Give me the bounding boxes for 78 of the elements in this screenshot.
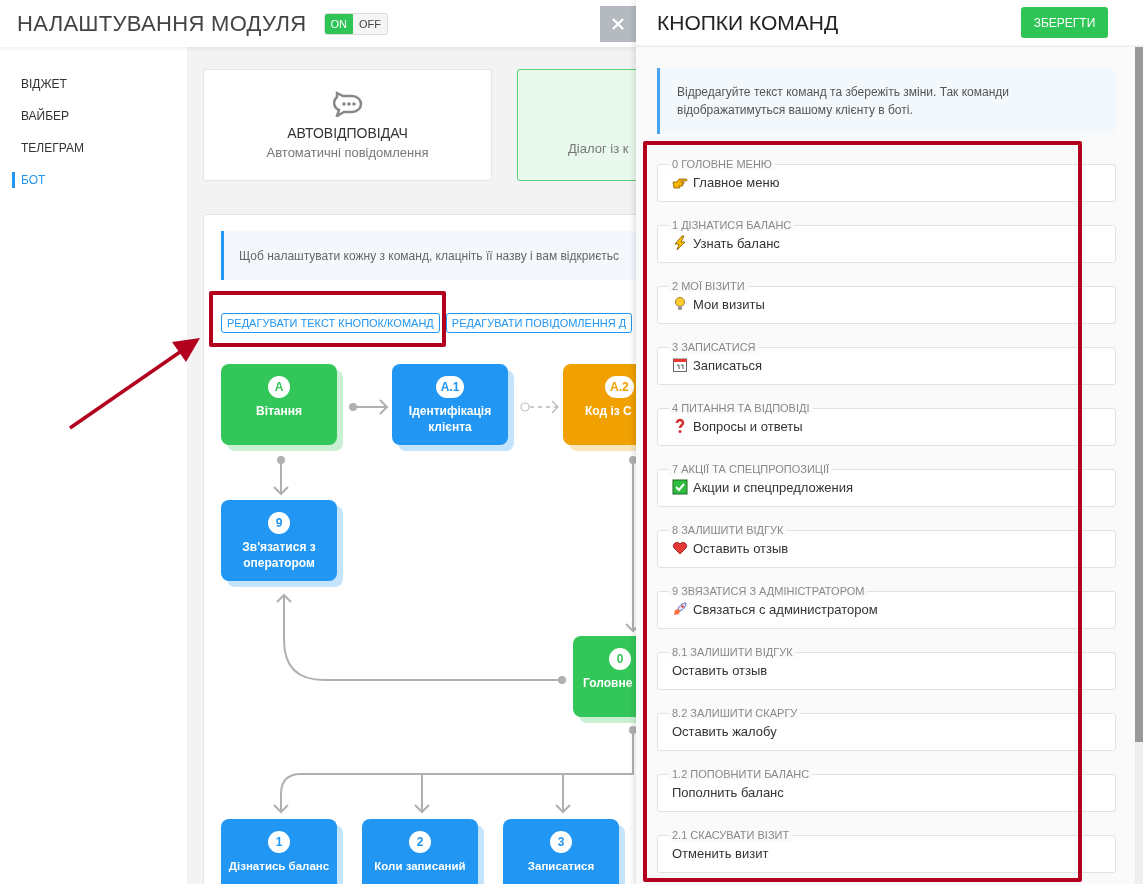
field-label: 1 ДІЗНАТИСЯ БАЛАНС (669, 219, 795, 231)
node-label: Коли записаний (374, 859, 466, 874)
scrollbar-thumb[interactable] (1135, 47, 1143, 742)
text-field[interactable]: 8 ЗАЛИШИТИ ВІДГУК Оставить отзыв (657, 524, 1116, 568)
node-label: Дізнатись баланс (228, 859, 330, 874)
text-field[interactable]: 9 ЗВЯЗАТИСЯ З АДМІНІСТРАТОРОМ Связаться с администратором (657, 585, 1116, 629)
drawer-title: КНОПКИ КОМАНД (657, 10, 839, 35)
node-label: Записатися (527, 859, 595, 874)
field-value: Оставить жалобу (672, 723, 777, 739)
field-value: Узнать баланс (693, 235, 780, 251)
close-button[interactable] (600, 6, 636, 42)
module-card[interactable]: АВТОВІДПОВІДАЧ Автоматичні повідомлення (203, 69, 492, 181)
field-label: 1.2 ПОПОВНИТИ БАЛАНС (669, 768, 813, 780)
field-value: Акции и спецпредложения (693, 479, 854, 495)
field-label: 2.1 СКАСУВАТИ ВІЗИТ (669, 829, 793, 841)
field-label: 3 ЗАПИСАТИСЯ (669, 341, 759, 353)
heart-icon (672, 540, 688, 556)
node-badge: A.2 (605, 376, 634, 398)
text-field[interactable]: 2.1 СКАСУВАТИ ВІЗИТ Отменить визит (657, 829, 1116, 873)
connector-arrow (349, 399, 389, 415)
field-value: Связаться с администратором (693, 601, 878, 617)
lightning-icon (672, 235, 688, 251)
node-label: Ідентифікація клієнта (407, 403, 493, 435)
field-label: 9 ЗВЯЗАТИСЯ З АДМІНІСТРАТОРОМ (669, 585, 868, 597)
field-value: Записаться (693, 357, 763, 373)
text-field[interactable]: 0 ГОЛОВНЕ МЕНЮ Главное меню (657, 158, 1116, 202)
module-card[interactable]: Діалог із к (517, 69, 636, 181)
text-field[interactable]: 3 ЗАПИСАТИСЯ Записаться (657, 341, 1116, 385)
node-badge: 1 (268, 831, 290, 853)
connector-arrow (273, 456, 289, 496)
node-badge: A.1 (435, 376, 465, 398)
field-label: 8.1 ЗАЛИШИТИ ВІДГУК (669, 646, 796, 658)
node-label: Головне (583, 675, 633, 691)
on-off-toggle[interactable]: ON OFF (323, 12, 388, 35)
page-title: НАЛАШТУВАННЯ МОДУЛЯ (17, 10, 307, 37)
info-note: Щоб налаштувати кожну з команд, клацніть її назву і вам відкриєтьс (221, 231, 636, 280)
field-value: Оставить отзыв (693, 540, 789, 556)
text-field[interactable]: 2 МОЇ ВІЗИТИ Мои визиты (657, 280, 1116, 324)
field-label: 2 МОЇ ВІЗИТИ (669, 280, 748, 292)
dashed-connector (520, 400, 559, 414)
rocket-icon (672, 601, 688, 617)
card-subtitle: Діалог із к (568, 141, 629, 156)
calendar-icon (672, 357, 688, 373)
field-value: Пополнить баланс (672, 784, 784, 800)
node-badge: 9 (268, 512, 290, 534)
chat-bubble-icon (332, 90, 363, 117)
light-bulb-icon (672, 296, 688, 312)
text-field[interactable]: 4 ПИТАННЯ ТА ВІДПОВІДІ Вопросы и ответы (657, 402, 1116, 446)
node-label: Вітання (255, 403, 303, 419)
field-value: Отменить визит (672, 845, 769, 861)
text-field[interactable]: 8.2 ЗАЛИШИТИ СКАРГУ Оставить жалобу (657, 707, 1116, 751)
info-note: Відредагуйте текст команд та збережіть зміни. Так команди відображатимуться вашому клієнту в боті. (657, 68, 1116, 134)
node-badge: 2 (409, 831, 431, 853)
card-title: АВТОВІДПОВІДАЧ (287, 124, 408, 141)
field-value: Оставить отзыв (672, 662, 768, 678)
check-box-icon (672, 479, 688, 495)
sidebar-item[interactable]: ТЕЛЕГРАМ (0, 140, 187, 172)
field-label: 7 АКЦІЇ ТА СПЕЦПРОПОЗИЦІЇ (669, 463, 833, 475)
text-field[interactable]: 8.1 ЗАЛИШИТИ ВІДГУК Оставить отзыв (657, 646, 1116, 690)
node-badge: 3 (550, 831, 572, 853)
text-field[interactable]: 1 ДІЗНАТИСЯ БАЛАНС Узнать баланс (657, 219, 1116, 263)
field-label: 8 ЗАЛИШИТИ ВІДГУК (669, 524, 787, 536)
field-value: Вопросы и ответы (693, 418, 803, 434)
field-label: 4 ПИТАННЯ ТА ВІДПОВІДІ (669, 402, 813, 414)
node-badge: A (268, 376, 290, 398)
sidebar-item[interactable]: ВАЙБЕР (0, 108, 187, 140)
node-label: Зв'язатися з оператором (241, 539, 317, 571)
text-field[interactable]: 1.2 ПОПОВНИТИ БАЛАНС Пополнить баланс (657, 768, 1116, 812)
node-badge: 0 (609, 648, 631, 670)
field-value: Главное меню (693, 174, 780, 190)
field-label: 8.2 ЗАЛИШИТИ СКАРГУ (669, 707, 801, 719)
close-icon (611, 17, 625, 31)
text-field[interactable]: 7 АКЦІЇ ТА СПЕЦПРОПОЗИЦІЇ Акции и спецпредложения (657, 463, 1116, 507)
field-value: Мои визиты (693, 296, 765, 312)
sidebar-item[interactable]: ВІДЖЕТ (0, 76, 187, 108)
node-label: Код із С (585, 403, 632, 419)
field-label: 0 ГОЛОВНЕ МЕНЮ (669, 158, 775, 170)
card-subtitle: Автоматичні повідомлення (266, 144, 429, 160)
